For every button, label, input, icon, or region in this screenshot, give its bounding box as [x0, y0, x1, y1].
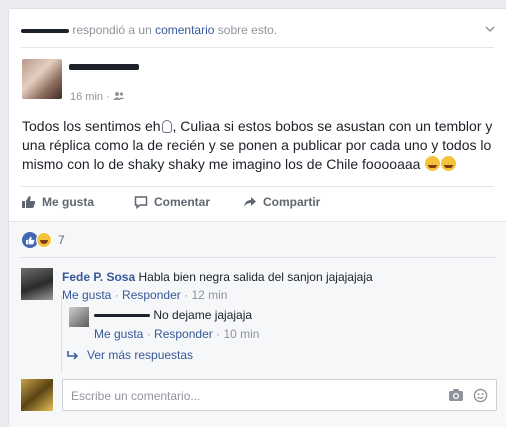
comment-actions: Me gusta · Responder · 12 min: [62, 288, 228, 302]
header-text-end: sobre esto.: [217, 23, 278, 37]
comment-like-link[interactable]: Me gusta: [62, 288, 111, 302]
redacted-name: [21, 28, 69, 33]
more-replies-label: Ver más respuestas: [87, 348, 194, 362]
avatar[interactable]: [22, 59, 62, 99]
comment-author[interactable]: Fede P. Sosa: [62, 270, 135, 284]
actions-divider: [21, 186, 494, 187]
reply-time[interactable]: 10 min: [223, 327, 259, 341]
post-time[interactable]: 16 min: [70, 91, 103, 103]
more-replies-link[interactable]: Ver más respuestas: [66, 348, 193, 362]
reply-reply-link[interactable]: Responder: [154, 327, 213, 341]
like-label: Me gusta: [42, 195, 95, 209]
comment-bubble-icon: [134, 196, 148, 209]
reply-text: No dejame jajajaja: [153, 308, 253, 322]
emoji-icon[interactable]: [473, 388, 488, 403]
share-label: Compartir: [263, 195, 321, 209]
comments-section: 7 Fede P. Sosa Habla bien negra salida d…: [9, 221, 506, 427]
camera-icon[interactable]: [448, 388, 464, 402]
comment-label: Comentar: [154, 195, 211, 209]
share-arrow-icon: [244, 197, 256, 207]
reply-like-link[interactable]: Me gusta: [94, 327, 143, 341]
redacted-author-name[interactable]: [69, 64, 139, 70]
comment-link[interactable]: comentario: [155, 23, 214, 37]
post-actions: Me gusta Comentar Compartir: [22, 195, 492, 213]
reply-body: No dejame jajajaja: [94, 308, 252, 322]
haha-reaction-icon: [36, 232, 52, 248]
post-text: Todos los sentimos eh, Culiaa si estos b…: [22, 117, 502, 174]
chevron-down-icon[interactable]: [484, 23, 496, 35]
reply-arrow-icon: [67, 351, 79, 360]
comment-input[interactable]: Escribe un comentario...: [62, 379, 497, 411]
comment-button[interactable]: Comentar: [134, 195, 210, 209]
friends-icon[interactable]: [112, 91, 125, 101]
redacted-reply-author[interactable]: [94, 314, 150, 318]
like-button[interactable]: Me gusta: [22, 195, 94, 209]
reply-actions: Me gusta · Responder · 10 min: [94, 327, 260, 341]
laughing-emoji-icon: [425, 156, 441, 171]
post-meta: 16 min ·: [70, 91, 125, 103]
comment-input-placeholder: Escribe un comentario...: [71, 389, 201, 403]
post-card: respondió a un comentario sobre esto. 16…: [8, 8, 506, 427]
header-divider: [21, 47, 494, 48]
reactions-summary[interactable]: 7: [22, 232, 65, 248]
share-button[interactable]: Compartir: [243, 195, 320, 209]
comment-text: Habla bien negra salida del sanjon jajaj…: [138, 270, 373, 284]
comment-avatar[interactable]: [21, 268, 53, 300]
current-user-avatar[interactable]: [21, 379, 53, 411]
post-text-part1: Todos los sentimos eh: [22, 118, 161, 134]
reply-avatar[interactable]: [69, 307, 89, 327]
story-header: respondió a un comentario sobre esto.: [21, 23, 277, 37]
comment-body: Fede P. Sosa Habla bien negra salida del…: [62, 270, 373, 284]
reaction-count: 7: [58, 233, 65, 247]
hand-emoji-icon: [161, 120, 172, 133]
reply-thread-line: [61, 296, 62, 372]
laughing-emoji-icon: [441, 156, 457, 171]
thumbs-up-icon: [22, 196, 36, 208]
comment-reply-link[interactable]: Responder: [122, 288, 181, 302]
comment-time[interactable]: 12 min: [191, 288, 227, 302]
header-text: respondió a un: [72, 23, 156, 37]
reactions-divider: [21, 257, 495, 258]
